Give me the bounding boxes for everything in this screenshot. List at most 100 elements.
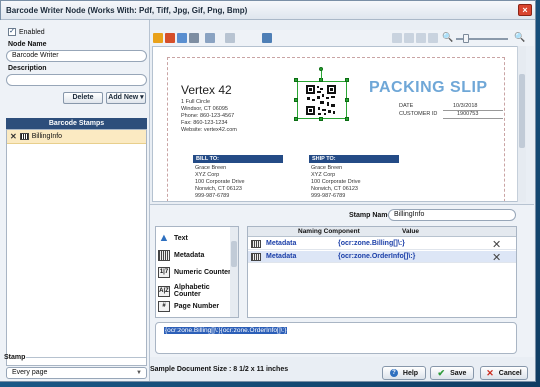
stamp-item-billinginfo[interactable]: ✕ BillingInfo [7, 130, 146, 144]
document-preview[interactable]: Vertex 42 1 Full Circle Windsor, CT 0609… [152, 46, 526, 202]
bill-to-line: 100 Corporate Drive [195, 179, 245, 185]
naming-grid: Naming Component Value Metadata {ocr:zon… [247, 226, 517, 318]
help-icon: ? [389, 369, 398, 377]
component-page-number[interactable]: # Page Number [158, 301, 219, 312]
node-name-label: Node Name [8, 41, 47, 48]
ship-to-line: 100 Corporate Drive [311, 179, 361, 185]
add-new-button[interactable]: Add New ▾ [106, 92, 146, 104]
components-scrollbar-thumb[interactable] [231, 241, 237, 267]
select-tool-icon[interactable] [189, 33, 199, 43]
preview-scrollbar-thumb[interactable] [519, 74, 525, 148]
component-label: Text [174, 235, 188, 242]
close-button[interactable]: × [518, 4, 532, 16]
delete-row-icon[interactable]: ✕ [492, 251, 501, 264]
qr-code-icon [305, 84, 337, 116]
actual-size-icon[interactable] [416, 33, 426, 43]
cancel-button[interactable]: ✕ Cancel [480, 366, 528, 380]
date-value: 10/3/2018 [453, 103, 478, 109]
expression-box[interactable]: {ocr:zone.Billing[]\:}{ocr:zone.OrderInf… [155, 322, 517, 354]
stamp-frequency-select[interactable]: Every page ▼ [6, 367, 147, 379]
grid-header: Naming Component Value [248, 227, 516, 237]
table-row[interactable]: Metadata {ocr:zone.OrderInfo[]\:} ✕ [248, 251, 516, 264]
resize-handle[interactable] [345, 98, 349, 102]
barcode-tool-icon[interactable] [153, 33, 163, 43]
resize-handle[interactable] [294, 117, 298, 121]
grid-header-value: Value [402, 228, 419, 235]
delete-row-icon[interactable]: ✕ [492, 238, 501, 251]
left-panel: ✓ Enabled Node Name Barcode Writer Descr… [0, 20, 150, 381]
customer-id-underline [443, 118, 503, 119]
delete-button[interactable]: Delete [63, 92, 103, 104]
row-component: Metadata [266, 253, 297, 260]
packing-slip-title: PACKING SLIP [369, 79, 488, 96]
help-button-label: Help [402, 369, 419, 377]
ship-to-line: Norwich, CT 06123 [311, 186, 358, 192]
stamp-frequency-value: Every page [12, 369, 48, 376]
zoom-slider-thumb[interactable] [463, 34, 469, 43]
barcode-stamp[interactable] [297, 81, 347, 119]
zoom-in-icon[interactable]: 🔍 [514, 32, 525, 42]
expression-text[interactable]: {ocr:zone.Billing[]\:}{ocr:zone.OrderInf… [164, 327, 288, 334]
zoom-out-icon[interactable]: 🔍 [442, 32, 453, 42]
naming-components-list: ▲ Text Metadata 1|7 Numeric Counter A|Z … [155, 226, 239, 318]
component-label: Page Number [174, 303, 220, 310]
stamp-name-input[interactable]: BillingInfo [388, 209, 516, 221]
component-text[interactable]: ▲ Text [158, 233, 188, 244]
remove-icon[interactable]: ✕ [10, 132, 17, 141]
draw-tool-icon[interactable] [205, 33, 215, 43]
customer-id-label: CUSTOMER ID [399, 111, 438, 117]
component-metadata[interactable]: Metadata [158, 250, 204, 261]
ship-to-line: Grace Breen [311, 165, 343, 171]
page-number-icon: # [158, 301, 170, 312]
layout-tool-icon[interactable] [262, 33, 272, 43]
preview-toolbar: 🔍 🔍 [150, 30, 534, 46]
row-value[interactable]: {ocr:zone.Billing[]\:} [338, 240, 405, 247]
text-icon: ▲ [158, 232, 170, 244]
row-value[interactable]: {ocr:zone.OrderInfo[]\:} [338, 253, 415, 260]
table-row[interactable]: Metadata {ocr:zone.Billing[]\:} ✕ [248, 238, 516, 251]
component-label: Alphabetic Counter [173, 284, 210, 298]
component-numeric-counter[interactable]: 1|7 Numeric Counter [158, 267, 231, 278]
fit-width-icon[interactable] [404, 33, 414, 43]
help-button[interactable]: ? Help [382, 366, 426, 380]
resize-handle[interactable] [345, 117, 349, 121]
resize-handle[interactable] [345, 78, 349, 82]
address-line: Fax: 860-123-1234 [181, 120, 228, 126]
chevron-down-icon: ▼ [136, 370, 142, 376]
text-tool-icon[interactable] [177, 33, 187, 43]
two-page-icon[interactable] [428, 33, 438, 43]
date-label: DATE [399, 103, 414, 109]
metadata-icon [251, 240, 261, 248]
preview-scrollbar[interactable] [517, 46, 526, 202]
barcode-icon [19, 133, 29, 140]
address-line: 1 Full Circle [181, 99, 211, 105]
bill-to-line: Norwich, CT 06123 [195, 186, 242, 192]
component-label: Numeric Counter [174, 269, 231, 276]
node-name-input[interactable]: Barcode Writer [6, 50, 147, 62]
save-button[interactable]: ✔ Save [430, 366, 474, 380]
cancel-icon: ✕ [486, 367, 494, 378]
component-alphabetic-counter[interactable]: A|Z Alphabetic Counter [158, 284, 238, 298]
bill-to-header: BILL TO: [193, 155, 283, 163]
bill-to-line: Grace Breen [195, 165, 227, 171]
metadata-icon [251, 253, 261, 261]
components-scrollbar[interactable] [230, 227, 238, 317]
barcode-stamps-list: ✕ BillingInfo [6, 129, 147, 366]
company-name: Vertex 42 [181, 83, 232, 97]
description-input[interactable] [6, 74, 147, 86]
metadata-icon [158, 250, 170, 261]
enabled-checkbox[interactable]: ✓ [8, 28, 16, 36]
ship-to-line: 999-987-6789 [311, 193, 346, 199]
stamp-divider [26, 357, 146, 358]
checkmark-icon: ✔ [437, 367, 446, 378]
rotate-handle[interactable] [319, 67, 323, 71]
resize-handle[interactable] [294, 78, 298, 82]
shape-tool-icon[interactable] [225, 33, 235, 43]
enabled-row[interactable]: ✓ Enabled [8, 28, 45, 36]
resize-handle[interactable] [294, 98, 298, 102]
address-line: Windsor, CT 06095 [181, 106, 228, 112]
cancel-button-label: Cancel [498, 369, 522, 377]
fit-page-icon[interactable] [392, 33, 402, 43]
resize-handle[interactable] [319, 117, 323, 121]
image-tool-icon[interactable] [165, 33, 175, 43]
